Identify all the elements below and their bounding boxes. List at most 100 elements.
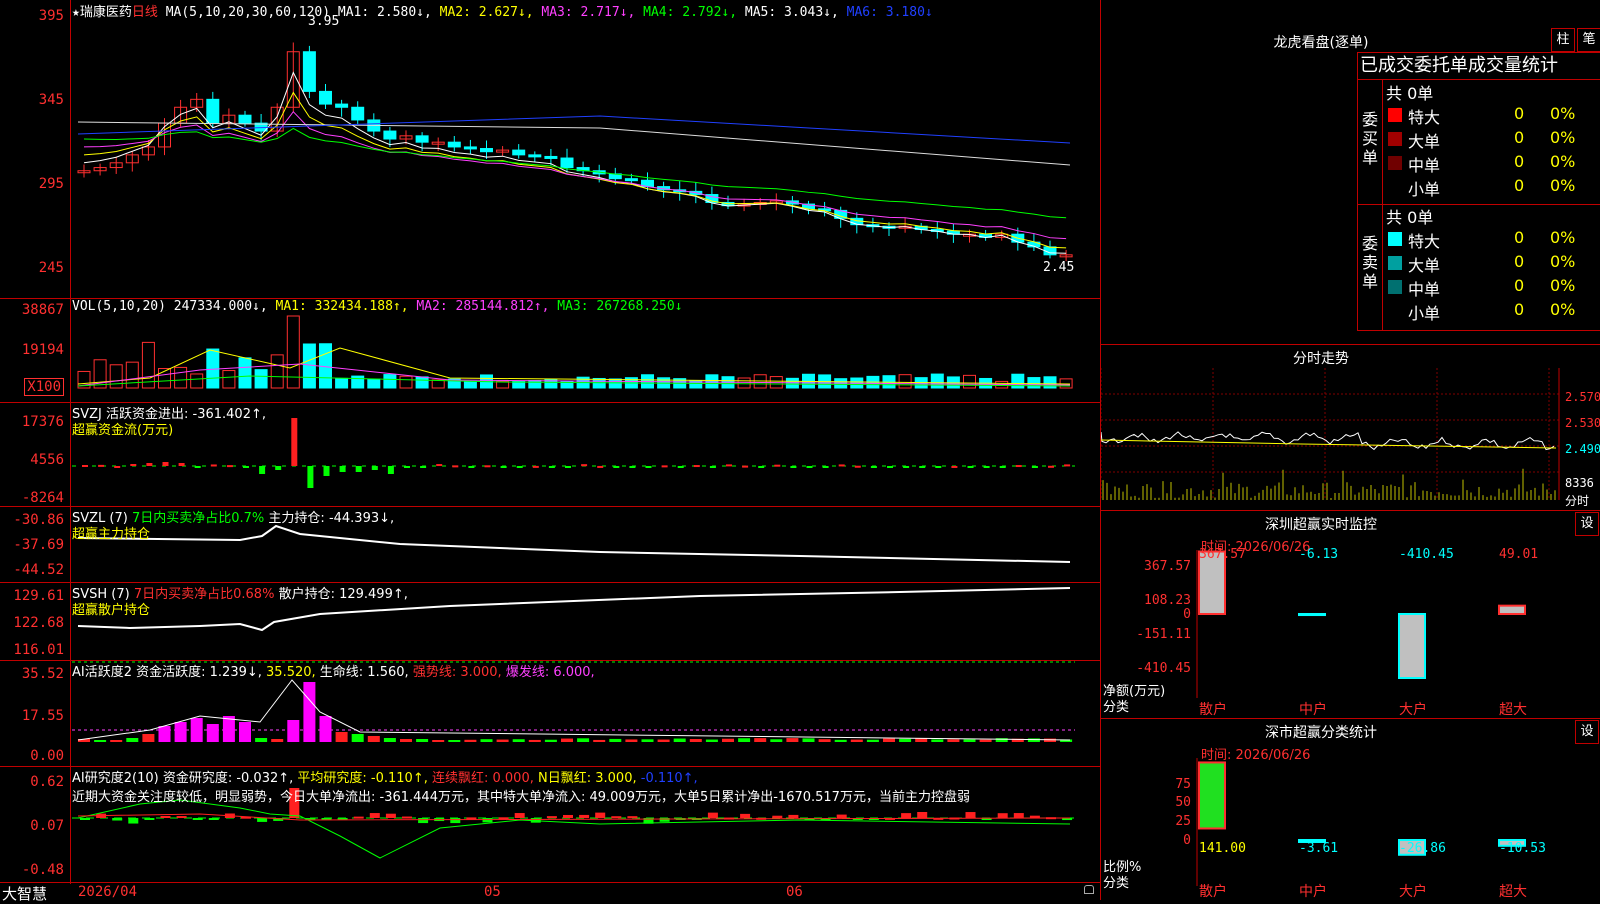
svsh-subtitle: 超赢散户持仓 xyxy=(72,603,151,618)
order-name: 小单 xyxy=(1408,180,1441,199)
activity-bar xyxy=(705,739,718,742)
bar-mode-button[interactable]: 柱 xyxy=(1551,28,1575,52)
buy-total: 共 0单 xyxy=(1386,84,1434,103)
flow-bar xyxy=(452,465,459,468)
order-pct: 0% xyxy=(1550,228,1576,247)
candle-body xyxy=(512,149,526,156)
activity-bar xyxy=(94,740,107,742)
flow-bar xyxy=(178,463,185,466)
flow-bar xyxy=(468,466,475,468)
order-name: 中单 xyxy=(1408,280,1441,299)
order-count: 0 xyxy=(1514,176,1525,195)
research-bar xyxy=(369,813,380,818)
svzl-ratio: 7日内买卖净占比0.7% xyxy=(131,511,265,526)
order-pct: 0% xyxy=(1550,276,1576,295)
lock-icon[interactable] xyxy=(1084,885,1094,894)
category-value: 367.57 xyxy=(1199,547,1246,562)
flow-bar xyxy=(226,465,233,468)
svsh-pane[interactable]: 129.61 122.68 116.01 SVSH (7) 7日内买卖净占比0.… xyxy=(0,582,1100,661)
tick-mode-button[interactable]: 笔 xyxy=(1577,28,1600,52)
svsh-ratio: 7日内买卖净占比0.68% xyxy=(133,587,275,602)
flow-bar xyxy=(516,466,523,468)
bottom-bar: 大智慧 2026/04 05 06 xyxy=(0,882,1100,903)
activity-bar xyxy=(158,726,171,742)
order-count: 0 xyxy=(1514,104,1525,123)
ma-label: MA2: 2.627↓, xyxy=(431,5,534,20)
axis-tick: 0 xyxy=(1183,607,1191,622)
flow-bar xyxy=(597,465,604,468)
activity-bar xyxy=(255,738,268,742)
ai-activity-pane[interactable]: 35.52 17.55 0.00 AI活跃度2 资金活跃度: 1.239↓, 3… xyxy=(0,660,1100,767)
order-name: 小单 xyxy=(1408,304,1441,323)
activity-bar xyxy=(432,740,445,742)
activity-bar xyxy=(142,734,155,742)
flow-bar xyxy=(983,466,990,468)
svzj-subtitle: 超赢资金流(万元) xyxy=(72,423,174,438)
flow-bar xyxy=(1048,465,1054,468)
ai-research-pane[interactable]: 0.62 0.07 -0.48 AI研究度2(10) 资金研究度: -0.032… xyxy=(0,766,1100,884)
longhu-panel: 龙虎看盘(逐单) 柱 笔 已成交委托单成交量统计 委买单 共 0单 特大 0 0% 大… xyxy=(1100,0,1600,345)
research-line xyxy=(77,799,1071,859)
flow-bar xyxy=(162,462,169,466)
activity-bar xyxy=(947,739,960,742)
candle-body xyxy=(447,141,461,148)
activity-bar xyxy=(883,738,895,742)
volume-bar xyxy=(898,374,912,389)
period-label[interactable]: 日线 xyxy=(132,5,158,20)
flow-bar xyxy=(935,466,942,468)
svzl-pane[interactable]: -30.86 -37.69 -44.52 SVZL (7) 7日内买卖净占比0.… xyxy=(0,506,1100,583)
flow-bar xyxy=(339,466,346,472)
order-pct: 0% xyxy=(1550,104,1576,123)
vol-value: 247334.000↓, xyxy=(173,299,268,314)
fenshi-tick: 2.490 xyxy=(1565,442,1600,456)
activity-bar xyxy=(963,739,976,742)
ai-activity-header: AI活跃度2 资金活跃度: 1.239↓, 35.520, 生命线: 1.560… xyxy=(72,661,595,680)
activity-bar xyxy=(496,739,509,742)
category-label: 超大 xyxy=(1499,702,1527,718)
volume-pane[interactable]: 38867 19194 X100 VOL(5,10,20) 247334.000… xyxy=(0,298,1100,403)
activity-bar xyxy=(577,738,590,742)
activity-bar xyxy=(850,739,863,742)
category-label: 超大 xyxy=(1499,884,1527,900)
vol-ma2: MA2: 285144.812↑, xyxy=(416,299,550,314)
flow-bar xyxy=(323,466,330,476)
category-value: -26.86 xyxy=(1399,841,1446,856)
activity-bar xyxy=(866,739,879,742)
activity-bar xyxy=(367,736,380,742)
activity-bar xyxy=(335,732,348,742)
candle-body xyxy=(238,114,252,124)
fenshi-panel[interactable]: 分时走势 2.570 2.530 2.490 8336 分时 xyxy=(1100,344,1600,511)
svzj-pane[interactable]: 17376 4556 -8264 SVZJ 活跃资金进出: -361.402↑,… xyxy=(0,402,1100,507)
research-bar xyxy=(257,818,268,822)
flow-bar xyxy=(114,465,121,468)
flow-bar xyxy=(532,465,539,468)
svsh-value: 散户持仓: 129.499↑, xyxy=(274,587,408,602)
order-count: 0 xyxy=(1514,152,1525,171)
flow-bar xyxy=(613,466,620,468)
volume-bar xyxy=(174,366,188,389)
order-count: 0 xyxy=(1514,276,1525,295)
activity-bar xyxy=(979,739,992,742)
flow-bar xyxy=(1015,465,1022,468)
svzl-subtitle: 超赢主力持仓 xyxy=(72,527,151,542)
flow-bar xyxy=(774,464,781,467)
research-bar xyxy=(997,813,1008,818)
ma-line xyxy=(83,110,1067,240)
vol-params: VOL(5,10,20) xyxy=(72,299,166,314)
kline-pane[interactable]: 395 345 295 245 ★瑞康医药日线 MA(5,10,20,30,60… xyxy=(0,0,1100,299)
ma-label: MA4: 2.792↓, xyxy=(635,5,738,20)
activity-bar xyxy=(786,738,799,742)
stock-name: 瑞康医药 xyxy=(79,5,132,20)
research-bar xyxy=(917,812,928,818)
monitor-panel: 深圳超赢实时监控 设 时间: 2026/06/26 367.57 108.23 0-… xyxy=(1100,510,1600,719)
research-bar xyxy=(192,818,203,820)
candlestick-chart[interactable] xyxy=(0,0,1100,298)
axis-tick: 25 xyxy=(1175,814,1191,829)
research-bar xyxy=(128,818,139,824)
monitor-cat-label: 分类 xyxy=(1103,700,1130,715)
ma-header: ★瑞康医药日线 MA(5,10,20,30,60,120) MA1: 2.580… xyxy=(72,5,933,20)
category-bar xyxy=(1498,604,1526,615)
flow-bar xyxy=(1064,464,1071,467)
flow-bar xyxy=(275,466,282,470)
category-bar xyxy=(1398,613,1426,679)
